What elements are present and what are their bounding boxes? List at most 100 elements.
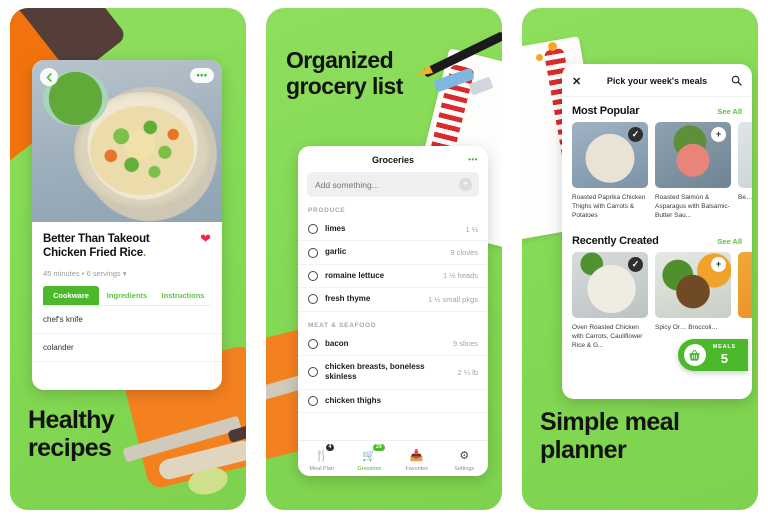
plus-icon[interactable]: + xyxy=(711,256,726,272)
checkbox-icon[interactable] xyxy=(308,270,318,281)
tab-cookware[interactable]: Cookware xyxy=(43,285,99,305)
screenshot-panel-meal-planner: ✕ Pick your week's meals Most Popular Se… xyxy=(512,0,768,524)
close-icon[interactable]: ✕ xyxy=(572,75,581,88)
meal-picker-title: Pick your week's meals xyxy=(606,76,708,86)
screenshot-panel-grocery-list: Organized grocery list Groceries ••• + P… xyxy=(256,0,512,524)
tab-label: Groceries xyxy=(357,465,382,472)
checkbox-icon[interactable] xyxy=(308,294,318,305)
meal-thumbnail: ✓ xyxy=(572,251,648,318)
meals-label: MEALS xyxy=(712,344,736,351)
tab-groceries[interactable]: 🛒 29 Groceries xyxy=(346,443,394,472)
meal-caption: Roasted Salmon & Asparagus with Balsamic… xyxy=(655,194,730,220)
grocery-name: fresh thyme xyxy=(325,294,371,304)
tab-settings[interactable]: ⚙ Settings xyxy=(441,446,489,472)
grocery-qty: 1 ½ xyxy=(465,224,478,234)
meal-card[interactable]: + Spicy Or… Broccoli… xyxy=(655,251,731,351)
gear-icon: ⚙ xyxy=(459,449,470,462)
grocery-qty: 1 ½ heads xyxy=(442,271,478,281)
back-button[interactable] xyxy=(40,68,58,86)
grocery-row[interactable]: chicken breasts, boneless skinless 2 ¼ l… xyxy=(298,356,488,390)
groceries-title: Groceries xyxy=(371,155,415,165)
search-icon[interactable] xyxy=(731,75,742,88)
confetti-dot-illustration xyxy=(536,54,543,61)
recipe-hero-photo: ••• xyxy=(32,60,222,222)
panel-headline: Organized grocery list xyxy=(286,47,403,99)
meal-card[interactable]: Be… Fr… xyxy=(738,122,752,221)
meal-thumbnail: ✓ xyxy=(572,122,648,188)
see-all-link[interactable]: See All xyxy=(717,107,742,116)
meal-thumbnail xyxy=(738,251,752,318)
cookware-item[interactable]: colander xyxy=(32,334,222,362)
section-title: Most Popular xyxy=(572,105,640,117)
cookware-item[interactable]: chef's knife xyxy=(32,306,222,334)
groceries-more-button[interactable]: ••• xyxy=(468,155,478,164)
tab-favorites[interactable]: 📥 Favorites xyxy=(393,446,441,472)
section-recently-created-header: Recently Created See All xyxy=(562,221,752,252)
grocery-row[interactable]: garlic 9 cloves xyxy=(298,241,488,265)
recipe-detail-screen: ••• ❤ Better Than Takeout Chicken Fried … xyxy=(32,60,222,390)
knife-handle-illustration xyxy=(227,417,246,443)
basket-icon: 🛒 xyxy=(362,449,377,462)
grocery-row[interactable]: bacon 9 slices xyxy=(298,333,488,356)
grocery-qty: 9 cloves xyxy=(450,248,478,258)
plus-icon[interactable]: + xyxy=(459,178,472,191)
fried-rice-illustration xyxy=(90,106,195,195)
grocery-row[interactable]: fresh thyme 1 ½ small pkgs xyxy=(298,288,488,312)
grocery-qty: 1 ½ small pkgs xyxy=(427,294,478,304)
section-header-produce: PRODUCE xyxy=(308,207,346,214)
pen-illustration xyxy=(422,31,502,78)
section-title: Recently Created xyxy=(572,234,659,247)
section-header-meat-seafood: MEAT & SEAFOOD xyxy=(308,321,377,329)
tab-label: Favorites xyxy=(405,465,429,472)
tab-ingredients[interactable]: Ingredients xyxy=(99,286,155,305)
grocery-name: garlic xyxy=(325,247,347,257)
groceries-screen: Groceries ••• + PRODUCE limes 1 ½ garlic… xyxy=(298,146,488,476)
groceries-header: Groceries ••• xyxy=(298,146,488,172)
checkbox-icon[interactable] xyxy=(308,247,318,258)
grocery-qty: 2 ¼ lb xyxy=(457,367,478,377)
meals-count: MEALS 5 xyxy=(713,345,736,365)
avocado-illustration xyxy=(185,463,231,499)
plus-icon[interactable]: + xyxy=(711,127,726,142)
recipe-title-text: Better Than Takeout Chicken Fried Rice xyxy=(43,233,150,260)
grocery-row[interactable]: limes 1 ½ xyxy=(298,218,488,242)
recipe-meta[interactable]: 45 minutes • 6 servings ▾ xyxy=(43,269,211,278)
tab-instructions[interactable]: Instructions xyxy=(155,286,211,305)
recipe-title-period: . xyxy=(142,247,146,260)
board-food-illustration xyxy=(157,438,246,482)
meal-thumbnail xyxy=(738,122,752,188)
checkbox-icon[interactable] xyxy=(308,395,318,406)
meal-card[interactable]: + Roasted Salmon & Asparagus with Balsam… xyxy=(655,122,731,221)
check-icon[interactable]: ✓ xyxy=(628,127,643,142)
grocery-name: chicken thighs xyxy=(325,395,382,405)
tab-label: Meal Plan xyxy=(309,465,334,472)
add-item-input[interactable] xyxy=(315,179,471,190)
tab-meal-plan[interactable]: 🍴 4 Meal Plan xyxy=(298,443,346,472)
recipe-title: Better Than Takeout Chicken Fried Rice. xyxy=(43,232,211,261)
meal-card-row[interactable]: ✓ Oven Roasted Chicken with Carrots, Cau… xyxy=(562,251,752,351)
meal-picker-header: ✕ Pick your week's meals xyxy=(562,64,752,97)
utensils-icon: 🍴 xyxy=(314,449,329,462)
favorite-heart-icon[interactable]: ❤ xyxy=(200,232,211,245)
panel-headline: Healthy recipes xyxy=(28,406,115,462)
recipe-more-button[interactable]: ••• xyxy=(190,68,214,83)
grocery-name: limes xyxy=(325,224,346,233)
checkbox-icon[interactable] xyxy=(308,338,318,349)
check-icon[interactable]: ✓ xyxy=(628,256,643,272)
meal-caption: Be… Fr… xyxy=(738,194,752,201)
eraser-illustration xyxy=(433,67,475,93)
add-item-field[interactable]: + xyxy=(307,172,479,197)
grocery-row[interactable]: chicken thighs xyxy=(298,390,488,414)
meal-card[interactable]: ✓ Roasted Paprika Chicken Thighs with Ca… xyxy=(572,122,648,221)
meal-card[interactable] xyxy=(738,251,752,351)
checkbox-icon[interactable] xyxy=(308,367,318,378)
grocery-qty: 9 slices xyxy=(452,339,478,349)
meal-card-row[interactable]: ✓ Roasted Paprika Chicken Thighs with Ca… xyxy=(562,122,752,221)
meal-card[interactable]: ✓ Oven Roasted Chicken with Carrots, Cau… xyxy=(572,251,648,351)
grocery-row[interactable]: romaine lettuce 1 ½ heads xyxy=(298,265,488,289)
grocery-name: romaine lettuce xyxy=(325,270,385,280)
shopping-basket-icon xyxy=(683,344,706,366)
see-all-link[interactable]: See All xyxy=(717,237,742,246)
meals-count-button[interactable]: MEALS 5 xyxy=(677,339,748,371)
checkbox-icon[interactable] xyxy=(308,224,318,235)
